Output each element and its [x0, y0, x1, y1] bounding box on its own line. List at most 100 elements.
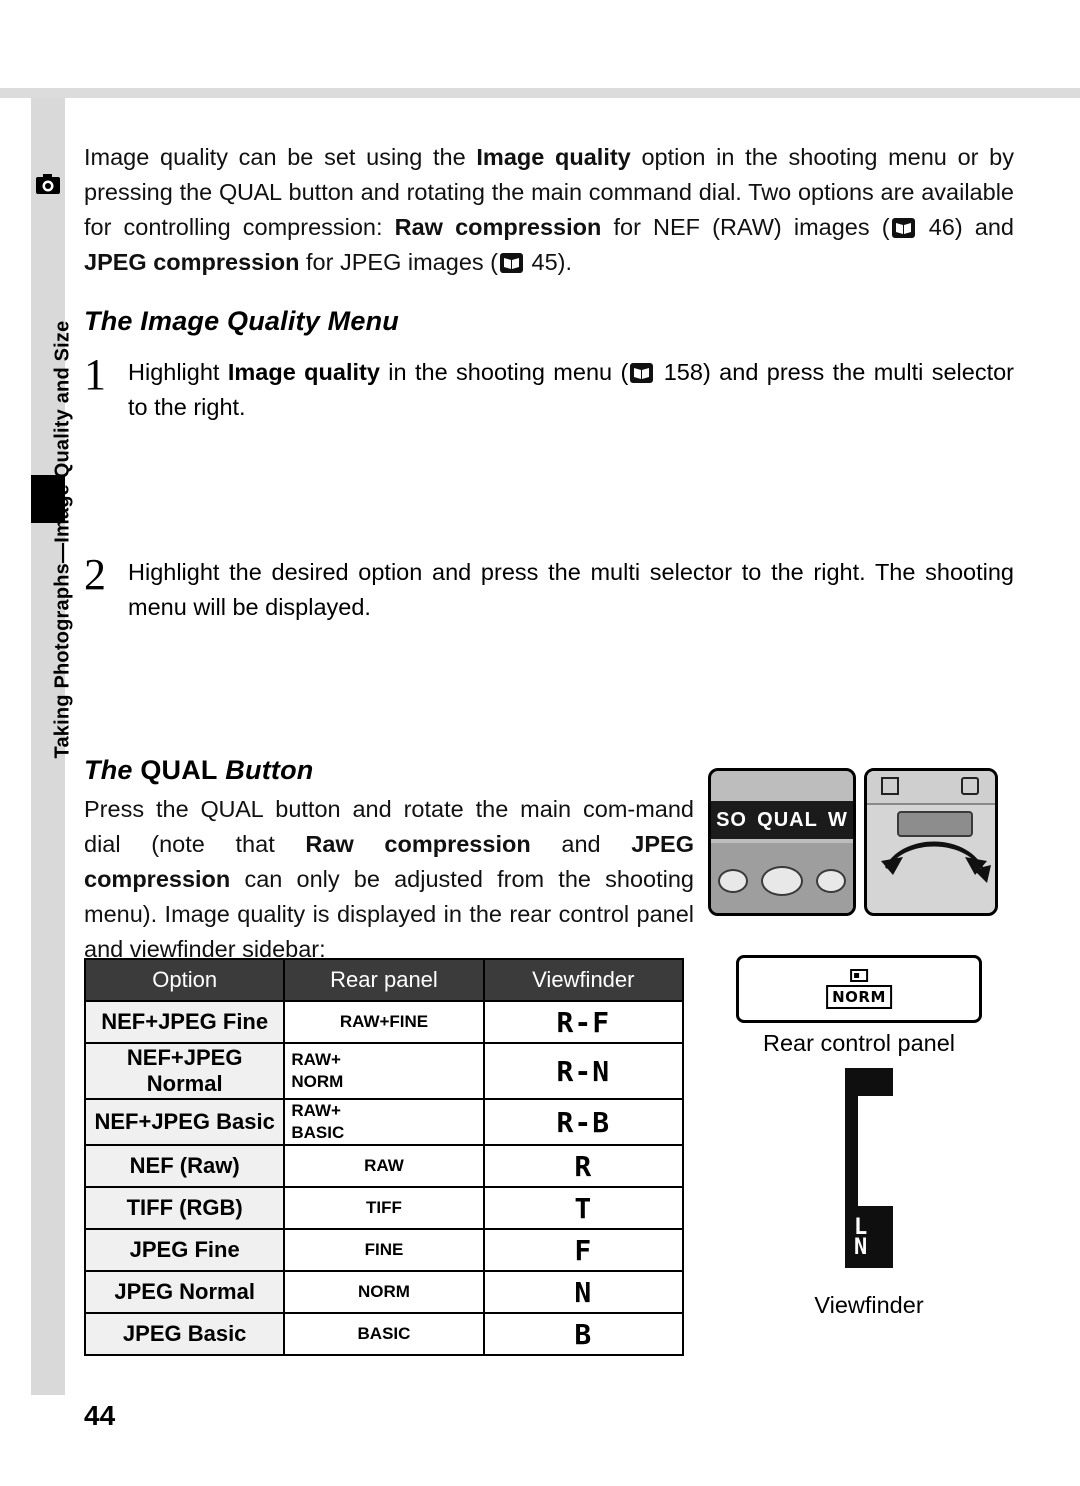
table-header-viewfinder: Viewfinder [482, 958, 685, 1002]
chapter-rail-label: Taking Photographs—Image Quality and Siz… [51, 320, 74, 759]
cell-option: TIFF (RGB) [83, 1186, 286, 1230]
cell-rear: RAW [283, 1144, 485, 1188]
chapter-rail-marker [31, 475, 65, 523]
table-row: TIFF (RGB) TIFF T [83, 1186, 685, 1230]
page-number: 44 [84, 1400, 116, 1431]
book-reference-icon [891, 218, 915, 238]
intro-bold-jpeg-compression: JPEG compression [84, 249, 300, 275]
table-row: NEF+JPEG Normal RAW+ NORM R-N [83, 1042, 685, 1100]
page-top-band [0, 0, 1080, 98]
viewfinder-caption: Viewfinder [814, 1292, 924, 1318]
lcd-label-iso: SO [716, 808, 747, 831]
qual-label-inline-1: QUAL [218, 179, 282, 205]
step-2: 2 Highlight the desired option and press… [84, 550, 1014, 645]
table-row: JPEG Fine FINE F [83, 1228, 685, 1272]
cell-viewfinder: R-F [482, 1000, 685, 1044]
intro-text-g: ) and [954, 214, 1014, 240]
table-header-rear-panel: Rear panel [283, 958, 485, 1002]
cell-rear: RAW+ BASIC [283, 1098, 485, 1146]
cell-rear: TIFF [283, 1186, 485, 1230]
section-heading-image-quality-menu: The Image Quality Menu [84, 306, 399, 336]
cell-rear: NORM [283, 1270, 485, 1314]
wb-button [816, 869, 847, 893]
step-2-number: 2 [84, 550, 106, 599]
frame-icon [849, 969, 868, 982]
step-1-number: 1 [84, 350, 106, 399]
command-dial-rotate-arrow [881, 841, 991, 883]
lcd-label-wb: W [828, 808, 848, 831]
cell-viewfinder: R [482, 1144, 685, 1188]
qual-heading-qual: QUAL [140, 755, 218, 785]
cell-rear: FINE [283, 1228, 485, 1272]
qual-button [760, 866, 803, 896]
intro-paragraph: Image quality can be set using the Image… [84, 140, 1014, 280]
table-header-option: Option [83, 958, 286, 1002]
cell-viewfinder: R-N [482, 1042, 685, 1100]
intro-bold-image-quality: Image quality [476, 144, 631, 170]
page-top-white [0, 0, 1080, 88]
qual-heading-b: Button [217, 755, 314, 785]
step-1-ref: 158 [663, 359, 703, 385]
table-row: NEF (Raw) RAW R [83, 1144, 685, 1188]
cell-option: JPEG Normal [83, 1270, 286, 1314]
intro-text-a: Image quality can be set using the [84, 144, 477, 170]
qual-label-inline-2: QUAL [200, 796, 264, 822]
intro-text-j: ). [557, 249, 573, 275]
table-row: JPEG Basic BASIC B [83, 1312, 685, 1356]
cell-viewfinder: R-B [482, 1098, 685, 1146]
camera-button-row [711, 843, 853, 913]
cell-viewfinder: N [482, 1270, 685, 1314]
iso-button [717, 869, 748, 893]
cell-option: JPEG Fine [83, 1228, 286, 1272]
cell-viewfinder: F [482, 1228, 685, 1272]
intro-bold-raw-compression: Raw compression [394, 214, 602, 240]
step-1-text: Highlight Image quality in the shooting … [128, 355, 1014, 425]
step-2-text: Highlight the desired option and press t… [128, 559, 1014, 620]
step-1-text-a: Highlight [128, 359, 228, 385]
chapter-rail: Taking Photographs—Image Quality and Siz… [31, 98, 74, 1395]
cell-viewfinder: T [482, 1186, 685, 1230]
cell-rear: RAW+FINE [283, 1000, 485, 1044]
cell-rear: RAW+ NORM [283, 1042, 485, 1100]
qual-para-a: Press the [84, 796, 201, 822]
book-reference-icon [500, 253, 523, 273]
qual-para-c: and [530, 831, 632, 857]
cell-option: NEF+JPEG Normal [83, 1042, 286, 1100]
cell-viewfinder: B [482, 1312, 685, 1356]
step-1: 1 Highlight Image quality in the shootin… [84, 350, 1014, 445]
rear-control-panel-caption: Rear control panel [762, 1030, 956, 1056]
cell-rear-line2: NORM [291, 1072, 344, 1091]
viewfinder-white-area [855, 1096, 897, 1206]
intro-text-f: for NEF (RAW) images ( [601, 214, 890, 240]
table-header-row: Option Rear panel Viewfinder [83, 958, 685, 1002]
cell-option: NEF (Raw) [83, 1144, 286, 1188]
cell-option: JPEG Basic [83, 1312, 286, 1356]
cell-rear-line1: RAW+ [291, 1101, 341, 1120]
table-row: NEF+JPEG Fine RAW+FINE R-F [83, 1000, 685, 1044]
step-1-text-b: in the shooting menu ( [379, 359, 629, 385]
camera-lcd-strip: SO QUAL W [711, 801, 853, 839]
viewfinder-figure: LN [845, 1068, 897, 1268]
qual-paragraph: Press the QUAL button and rotate the mai… [84, 792, 694, 967]
intro-ref-46: 46 [928, 214, 955, 240]
intro-ref-45: 45 [531, 249, 558, 275]
rear-control-panel-content: NORM [826, 969, 892, 1009]
cell-rear: BASIC [283, 1312, 485, 1356]
cell-rear-line1: RAW+ [291, 1050, 341, 1069]
camera-photo-figure: SO QUAL W [708, 768, 998, 916]
qual-para-bold1: Raw compression [305, 831, 531, 857]
viewfinder-letters: LN [854, 1215, 868, 1260]
intro-text-i: for JPEG images ( [299, 249, 498, 275]
rear-control-panel-figure: NORM [736, 955, 982, 1023]
book-reference-icon [630, 363, 654, 383]
camera-buttons-photo: SO QUAL W [708, 768, 856, 916]
image-quality-table: Option Rear panel Viewfinder NEF+JPEG Fi… [83, 958, 685, 1356]
lcd-label-qual: QUAL [757, 808, 818, 831]
rear-panel-norm-label: NORM [826, 985, 892, 1009]
command-dial-photo [864, 768, 998, 916]
table-row: JPEG Normal NORM N [83, 1270, 685, 1314]
qual-heading-a: The [84, 755, 141, 785]
cell-option: NEF+JPEG Fine [83, 1000, 286, 1044]
table-row: NEF+JPEG Basic RAW+ BASIC R-B [83, 1098, 685, 1146]
cell-option: NEF+JPEG Basic [83, 1098, 286, 1146]
